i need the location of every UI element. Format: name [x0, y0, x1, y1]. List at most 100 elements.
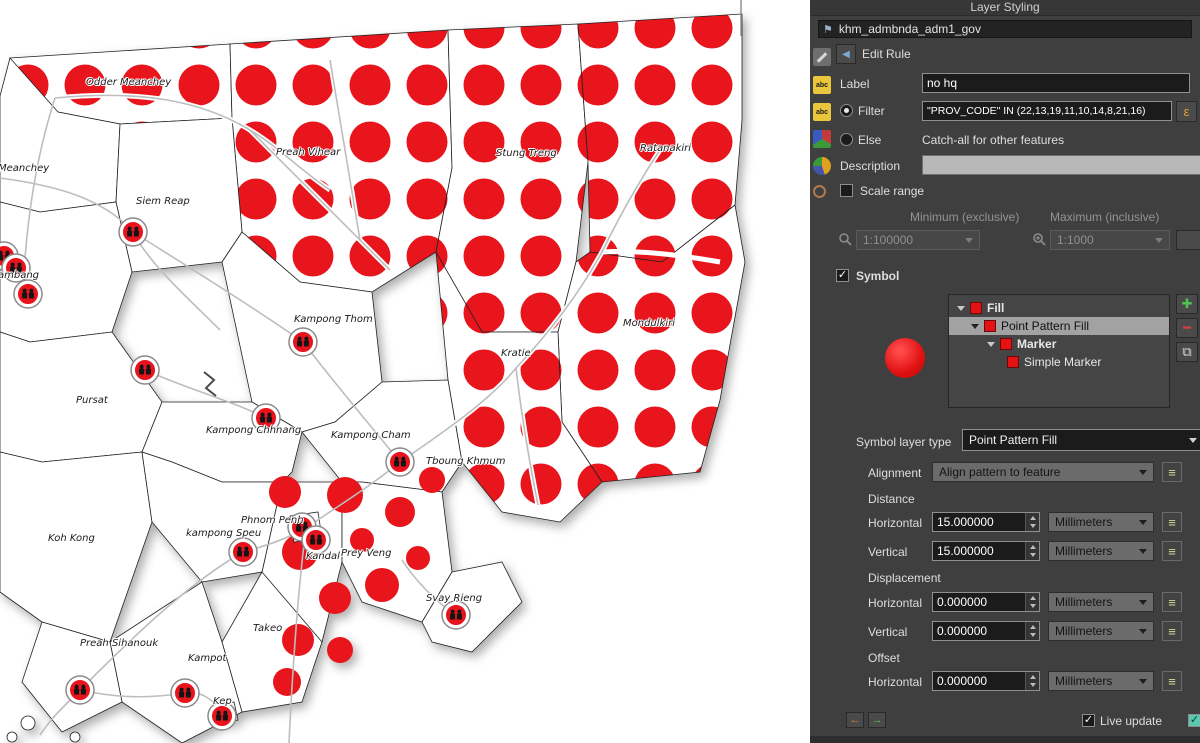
- filter-radio[interactable]: [840, 104, 853, 117]
- fill-color-chip: [970, 302, 982, 314]
- data-defined-override-button[interactable]: ≡: [1162, 512, 1182, 532]
- map-label: Meanchey: [0, 163, 49, 174]
- brush-glyph: [817, 52, 828, 63]
- label-input[interactable]: no hq: [922, 73, 1190, 93]
- spin-down-icon: [1030, 524, 1036, 528]
- symbol-layer-type-dropdown[interactable]: Point Pattern Fill: [962, 429, 1200, 451]
- spin-down-icon: [1030, 553, 1036, 557]
- scale-range-checkbox[interactable]: [840, 184, 853, 197]
- hospital-marker: [442, 601, 470, 629]
- spin-arrows[interactable]: [1025, 542, 1039, 560]
- layer-icon: ⚑: [823, 23, 833, 36]
- spin-up-icon: [1030, 675, 1036, 679]
- undo-button[interactable]: ←: [846, 712, 864, 728]
- set-to-canvas-scale-button[interactable]: [1176, 230, 1200, 250]
- diagrams-icon[interactable]: [813, 157, 831, 175]
- filter-expression-input[interactable]: "PROV_CODE" IN (22,13,19,11,10,14,8,21,1…: [922, 101, 1172, 121]
- duplicate-symbol-layer-button[interactable]: ⧉: [1176, 342, 1198, 362]
- redo-button[interactable]: →: [868, 712, 886, 728]
- distance-vertical-spinbox[interactable]: 15.000000: [932, 541, 1040, 561]
- map-label: Stung Treng: [496, 148, 557, 159]
- chevron-down-icon: [1139, 470, 1147, 475]
- displacement-horizontal-unit-dropdown[interactable]: Millimeters: [1048, 592, 1154, 612]
- map-label: Prey Veng: [341, 548, 391, 559]
- distance-vertical-label: Vertical: [868, 545, 907, 559]
- map-canvas[interactable]: Odder Meanchey Meanchey Siem Reap Preah …: [0, 0, 810, 743]
- data-defined-override-button[interactable]: ≡: [1162, 462, 1182, 482]
- distance-horizontal-unit-dropdown[interactable]: Millimeters: [1048, 512, 1154, 532]
- displacement-vertical-spinbox[interactable]: 0.000000: [932, 621, 1040, 641]
- tree-item-label: Point Pattern Fill: [1001, 319, 1089, 333]
- chevron-down-icon: [1139, 629, 1147, 634]
- scale-range-label: Scale range: [860, 184, 924, 198]
- radio-dot: [844, 108, 849, 113]
- tree-item-point-pattern-fill[interactable]: Point Pattern Fill: [949, 317, 1169, 335]
- map-label: Mondulkiri: [623, 318, 675, 329]
- spin-value: 15.000000: [933, 513, 1025, 531]
- expression-builder-button[interactable]: ε: [1176, 101, 1197, 122]
- else-radio[interactable]: [840, 133, 853, 146]
- data-defined-override-button[interactable]: ≡: [1162, 592, 1182, 612]
- tree-item-label: Marker: [1017, 337, 1056, 351]
- tree-item-label: Simple Marker: [1024, 355, 1101, 369]
- add-symbol-layer-button[interactable]: ✚: [1176, 294, 1198, 314]
- distance-section-title: Distance: [868, 492, 915, 506]
- spin-arrows[interactable]: [1025, 672, 1039, 690]
- island: [70, 732, 80, 742]
- map-label: Pursat: [76, 395, 108, 406]
- remove-symbol-layer-button[interactable]: ━: [1176, 318, 1198, 338]
- spin-down-icon: [1030, 633, 1036, 637]
- data-defined-override-button[interactable]: ≡: [1162, 621, 1182, 641]
- symbol-layer-type-label: Symbol layer type: [856, 435, 951, 449]
- spin-arrows[interactable]: [1025, 513, 1039, 531]
- chevron-down-icon: [1139, 679, 1147, 684]
- distance-horizontal-spinbox[interactable]: 15.000000: [932, 512, 1040, 532]
- apply-checkbox[interactable]: ✓: [1188, 714, 1200, 727]
- map-label: Koh Kong: [48, 533, 95, 544]
- view-3d-icon[interactable]: [813, 130, 831, 148]
- alignment-dropdown[interactable]: Align pattern to feature: [932, 462, 1154, 482]
- spin-arrows[interactable]: [1025, 622, 1039, 640]
- symbol-tree: Fill Point Pattern Fill Marker Simple Ma…: [948, 294, 1170, 408]
- minimum-scale-dropdown[interactable]: 1:100000: [856, 230, 980, 250]
- tree-item-fill[interactable]: Fill: [949, 299, 1169, 317]
- hospital-marker: [119, 218, 147, 246]
- labels-icon[interactable]: abc: [813, 76, 831, 94]
- maximum-label: Maximum (inclusive): [1050, 210, 1159, 224]
- back-button[interactable]: ◀: [836, 44, 856, 64]
- alignment-label: Alignment: [868, 466, 921, 480]
- minimum-scale-value: 1:100000: [863, 233, 913, 247]
- symbology-icon[interactable]: [813, 48, 831, 66]
- panel-bottom-edge: [810, 736, 1200, 743]
- tree-item-marker[interactable]: Marker: [949, 335, 1169, 353]
- maximum-scale-dropdown[interactable]: 1:1000: [1050, 230, 1170, 250]
- spin-arrows[interactable]: [1025, 593, 1039, 611]
- tree-item-simple-marker[interactable]: Simple Marker: [949, 353, 1169, 371]
- displacement-vertical-label: Vertical: [868, 625, 907, 639]
- spin-value: 0.000000: [933, 622, 1025, 640]
- displacement-horizontal-spinbox[interactable]: 0.000000: [932, 592, 1040, 612]
- data-defined-override-button[interactable]: ≡: [1162, 541, 1182, 561]
- offset-horizontal-label: Horizontal: [868, 675, 922, 689]
- history-icon[interactable]: [813, 185, 826, 198]
- map-label: Kampot: [188, 653, 226, 664]
- chevron-down-icon: [1139, 600, 1147, 605]
- map-label: Takeo: [253, 623, 282, 634]
- symbol-label: Symbol: [856, 269, 899, 283]
- label-field-label: Label: [840, 77, 869, 91]
- unit-value: Millimeters: [1055, 595, 1112, 609]
- offset-horizontal-unit-dropdown[interactable]: Millimeters: [1048, 671, 1154, 691]
- expand-triangle-icon: [957, 306, 965, 311]
- minimum-label: Minimum (exclusive): [910, 210, 1019, 224]
- layer-selector[interactable]: ⚑ khm_admbnda_adm1_gov: [818, 20, 1192, 38]
- symbol-checkbox[interactable]: ✓: [836, 269, 849, 282]
- displacement-vertical-unit-dropdown[interactable]: Millimeters: [1048, 621, 1154, 641]
- distance-vertical-unit-dropdown[interactable]: Millimeters: [1048, 541, 1154, 561]
- description-input[interactable]: [922, 155, 1200, 175]
- offset-horizontal-spinbox[interactable]: 0.000000: [932, 671, 1040, 691]
- live-update-checkbox[interactable]: ✓: [1082, 714, 1095, 727]
- mask-labels-icon[interactable]: abc: [813, 103, 831, 121]
- data-defined-override-button[interactable]: ≡: [1162, 671, 1182, 691]
- else-field-label: Else: [858, 133, 881, 147]
- edit-rule-title: Edit Rule: [862, 47, 911, 61]
